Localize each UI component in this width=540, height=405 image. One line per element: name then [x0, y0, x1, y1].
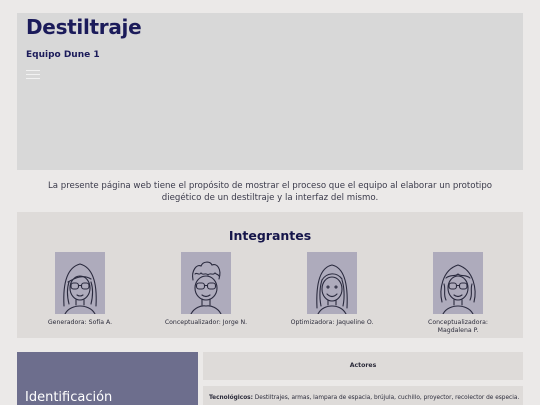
actors-header: Actores	[203, 352, 523, 380]
identification-title: Identificación	[25, 390, 113, 405]
tech-text: Tecnológicos: Destiltrajes, armas, lampa…	[209, 395, 519, 401]
members-section: Integrantes Generadora: Sofía A. Concept…	[17, 212, 523, 338]
hamburger-menu-icon[interactable]	[26, 70, 40, 81]
member-role: Conceptualizadora: Magdalena P.	[428, 319, 488, 334]
tech-row: Tecnológicos: Destiltrajes, armas, lampa…	[203, 386, 523, 405]
members-title: Integrantes	[228, 228, 312, 243]
tech-label: Tecnológicos:	[209, 395, 253, 401]
avatar-girl-glasses-icon	[55, 252, 105, 314]
site-title: Destiltraje	[26, 15, 142, 39]
member-role: Optimizadora: Jaqueline O.	[290, 319, 374, 326]
member-role: Conceptualizador: Jorge N.	[164, 319, 248, 326]
member-card: Generadora: Sofía A.	[17, 252, 143, 327]
tech-items: Destiltrajes, armas, lampara de espacia,…	[252, 395, 520, 401]
avatar-boy-curly-hair-icon	[181, 252, 231, 314]
member-card: Conceptualizador: Jorge N.	[143, 252, 269, 327]
member-role: Generadora: Sofía A.	[47, 319, 113, 326]
intro-line-2: diegético de un destiltraje y la interfa…	[161, 193, 379, 203]
avatar-girl-long-hair-icon	[307, 252, 357, 314]
team-name: Equipo Dune 1	[26, 50, 100, 60]
hero-banner: Destiltraje Equipo Dune 1	[17, 13, 523, 170]
identification-card: Identificación	[17, 352, 198, 405]
intro-line-1: La presente página web tiene el propósit…	[47, 181, 493, 191]
member-card: Optimizadora: Jaqueline O.	[269, 252, 395, 327]
avatar-girl-wavy-hair-glasses-icon	[433, 252, 483, 314]
actors-title: Actores	[349, 362, 377, 369]
member-card: Conceptualizadora: Magdalena P.	[395, 252, 521, 335]
intro-text: La presente página web tiene el propósit…	[30, 180, 510, 204]
